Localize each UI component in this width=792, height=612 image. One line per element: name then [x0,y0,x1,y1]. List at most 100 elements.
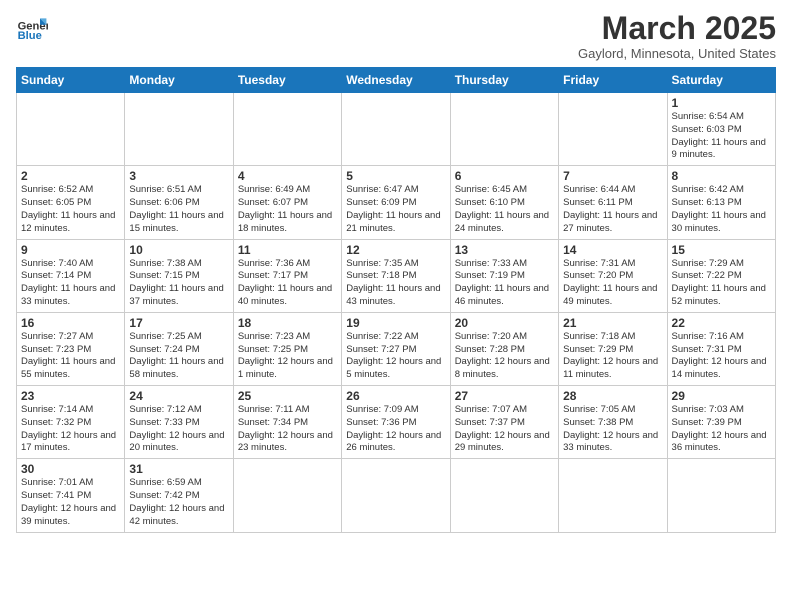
day-info: Sunrise: 7:36 AM Sunset: 7:17 PM Dayligh… [238,258,337,309]
day-number: 22 [672,316,771,330]
day-info: Sunrise: 6:59 AM Sunset: 7:42 PM Dayligh… [129,477,228,528]
calendar-cell [125,93,233,166]
day-info: Sunrise: 6:47 AM Sunset: 6:09 PM Dayligh… [346,184,445,235]
day-info: Sunrise: 6:54 AM Sunset: 6:03 PM Dayligh… [672,111,771,162]
calendar-cell: 8Sunrise: 6:42 AM Sunset: 6:13 PM Daylig… [667,166,775,239]
day-number: 13 [455,243,554,257]
calendar-cell: 9Sunrise: 7:40 AM Sunset: 7:14 PM Daylig… [17,239,125,312]
calendar-cell [559,93,667,166]
day-number: 28 [563,389,662,403]
calendar-week-row: 9Sunrise: 7:40 AM Sunset: 7:14 PM Daylig… [17,239,776,312]
day-number: 14 [563,243,662,257]
day-info: Sunrise: 7:31 AM Sunset: 7:20 PM Dayligh… [563,258,662,309]
day-info: Sunrise: 7:38 AM Sunset: 7:15 PM Dayligh… [129,258,228,309]
calendar-cell: 27Sunrise: 7:07 AM Sunset: 7:37 PM Dayli… [450,386,558,459]
day-number: 26 [346,389,445,403]
calendar-cell: 5Sunrise: 6:47 AM Sunset: 6:09 PM Daylig… [342,166,450,239]
day-number: 4 [238,169,337,183]
day-number: 15 [672,243,771,257]
day-info: Sunrise: 7:16 AM Sunset: 7:31 PM Dayligh… [672,331,771,382]
calendar-cell [17,93,125,166]
calendar-cell: 16Sunrise: 7:27 AM Sunset: 7:23 PM Dayli… [17,312,125,385]
calendar-cell [342,93,450,166]
calendar-cell: 6Sunrise: 6:45 AM Sunset: 6:10 PM Daylig… [450,166,558,239]
calendar-cell: 11Sunrise: 7:36 AM Sunset: 7:17 PM Dayli… [233,239,341,312]
day-info: Sunrise: 6:52 AM Sunset: 6:05 PM Dayligh… [21,184,120,235]
calendar-cell: 10Sunrise: 7:38 AM Sunset: 7:15 PM Dayli… [125,239,233,312]
location: Gaylord, Minnesota, United States [578,46,776,61]
header: General Blue March 2025 Gaylord, Minneso… [16,12,776,61]
calendar-cell: 1Sunrise: 6:54 AM Sunset: 6:03 PM Daylig… [667,93,775,166]
day-info: Sunrise: 7:27 AM Sunset: 7:23 PM Dayligh… [21,331,120,382]
day-number: 24 [129,389,228,403]
calendar-cell: 13Sunrise: 7:33 AM Sunset: 7:19 PM Dayli… [450,239,558,312]
calendar-cell [342,459,450,532]
page: General Blue March 2025 Gaylord, Minneso… [0,0,792,612]
day-info: Sunrise: 6:51 AM Sunset: 6:06 PM Dayligh… [129,184,228,235]
day-info: Sunrise: 7:25 AM Sunset: 7:24 PM Dayligh… [129,331,228,382]
calendar-cell: 26Sunrise: 7:09 AM Sunset: 7:36 PM Dayli… [342,386,450,459]
day-number: 29 [672,389,771,403]
day-number: 6 [455,169,554,183]
day-info: Sunrise: 6:49 AM Sunset: 6:07 PM Dayligh… [238,184,337,235]
calendar-cell: 30Sunrise: 7:01 AM Sunset: 7:41 PM Dayli… [17,459,125,532]
calendar-cell [450,93,558,166]
calendar-cell: 15Sunrise: 7:29 AM Sunset: 7:22 PM Dayli… [667,239,775,312]
calendar-cell: 3Sunrise: 6:51 AM Sunset: 6:06 PM Daylig… [125,166,233,239]
calendar-header-row: Sunday Monday Tuesday Wednesday Thursday… [17,68,776,93]
day-number: 17 [129,316,228,330]
day-info: Sunrise: 7:07 AM Sunset: 7:37 PM Dayligh… [455,404,554,455]
calendar-week-row: 23Sunrise: 7:14 AM Sunset: 7:32 PM Dayli… [17,386,776,459]
calendar-cell: 23Sunrise: 7:14 AM Sunset: 7:32 PM Dayli… [17,386,125,459]
day-number: 2 [21,169,120,183]
col-friday: Friday [559,68,667,93]
title-block: March 2025 Gaylord, Minnesota, United St… [578,12,776,61]
day-info: Sunrise: 7:03 AM Sunset: 7:39 PM Dayligh… [672,404,771,455]
day-info: Sunrise: 7:33 AM Sunset: 7:19 PM Dayligh… [455,258,554,309]
day-number: 5 [346,169,445,183]
calendar-week-row: 16Sunrise: 7:27 AM Sunset: 7:23 PM Dayli… [17,312,776,385]
day-info: Sunrise: 7:12 AM Sunset: 7:33 PM Dayligh… [129,404,228,455]
day-number: 27 [455,389,554,403]
day-info: Sunrise: 7:22 AM Sunset: 7:27 PM Dayligh… [346,331,445,382]
day-number: 3 [129,169,228,183]
day-info: Sunrise: 7:20 AM Sunset: 7:28 PM Dayligh… [455,331,554,382]
day-number: 11 [238,243,337,257]
day-number: 16 [21,316,120,330]
calendar-cell [559,459,667,532]
day-number: 1 [672,96,771,110]
day-number: 18 [238,316,337,330]
day-info: Sunrise: 7:11 AM Sunset: 7:34 PM Dayligh… [238,404,337,455]
calendar-cell: 31Sunrise: 6:59 AM Sunset: 7:42 PM Dayli… [125,459,233,532]
col-sunday: Sunday [17,68,125,93]
calendar-cell [233,93,341,166]
day-number: 20 [455,316,554,330]
day-info: Sunrise: 7:40 AM Sunset: 7:14 PM Dayligh… [21,258,120,309]
calendar-cell [450,459,558,532]
calendar-cell: 19Sunrise: 7:22 AM Sunset: 7:27 PM Dayli… [342,312,450,385]
calendar-cell [233,459,341,532]
col-saturday: Saturday [667,68,775,93]
col-monday: Monday [125,68,233,93]
col-wednesday: Wednesday [342,68,450,93]
logo-icon: General Blue [16,12,48,44]
day-info: Sunrise: 7:29 AM Sunset: 7:22 PM Dayligh… [672,258,771,309]
calendar-cell: 14Sunrise: 7:31 AM Sunset: 7:20 PM Dayli… [559,239,667,312]
calendar-cell: 12Sunrise: 7:35 AM Sunset: 7:18 PM Dayli… [342,239,450,312]
day-info: Sunrise: 6:45 AM Sunset: 6:10 PM Dayligh… [455,184,554,235]
calendar-cell: 2Sunrise: 6:52 AM Sunset: 6:05 PM Daylig… [17,166,125,239]
day-number: 9 [21,243,120,257]
day-number: 19 [346,316,445,330]
day-info: Sunrise: 7:05 AM Sunset: 7:38 PM Dayligh… [563,404,662,455]
logo: General Blue [16,12,48,44]
day-number: 8 [672,169,771,183]
calendar-cell [667,459,775,532]
day-info: Sunrise: 7:01 AM Sunset: 7:41 PM Dayligh… [21,477,120,528]
calendar-cell: 20Sunrise: 7:20 AM Sunset: 7:28 PM Dayli… [450,312,558,385]
day-number: 25 [238,389,337,403]
day-number: 12 [346,243,445,257]
calendar-cell: 17Sunrise: 7:25 AM Sunset: 7:24 PM Dayli… [125,312,233,385]
calendar-week-row: 2Sunrise: 6:52 AM Sunset: 6:05 PM Daylig… [17,166,776,239]
day-number: 30 [21,462,120,476]
calendar-cell: 7Sunrise: 6:44 AM Sunset: 6:11 PM Daylig… [559,166,667,239]
